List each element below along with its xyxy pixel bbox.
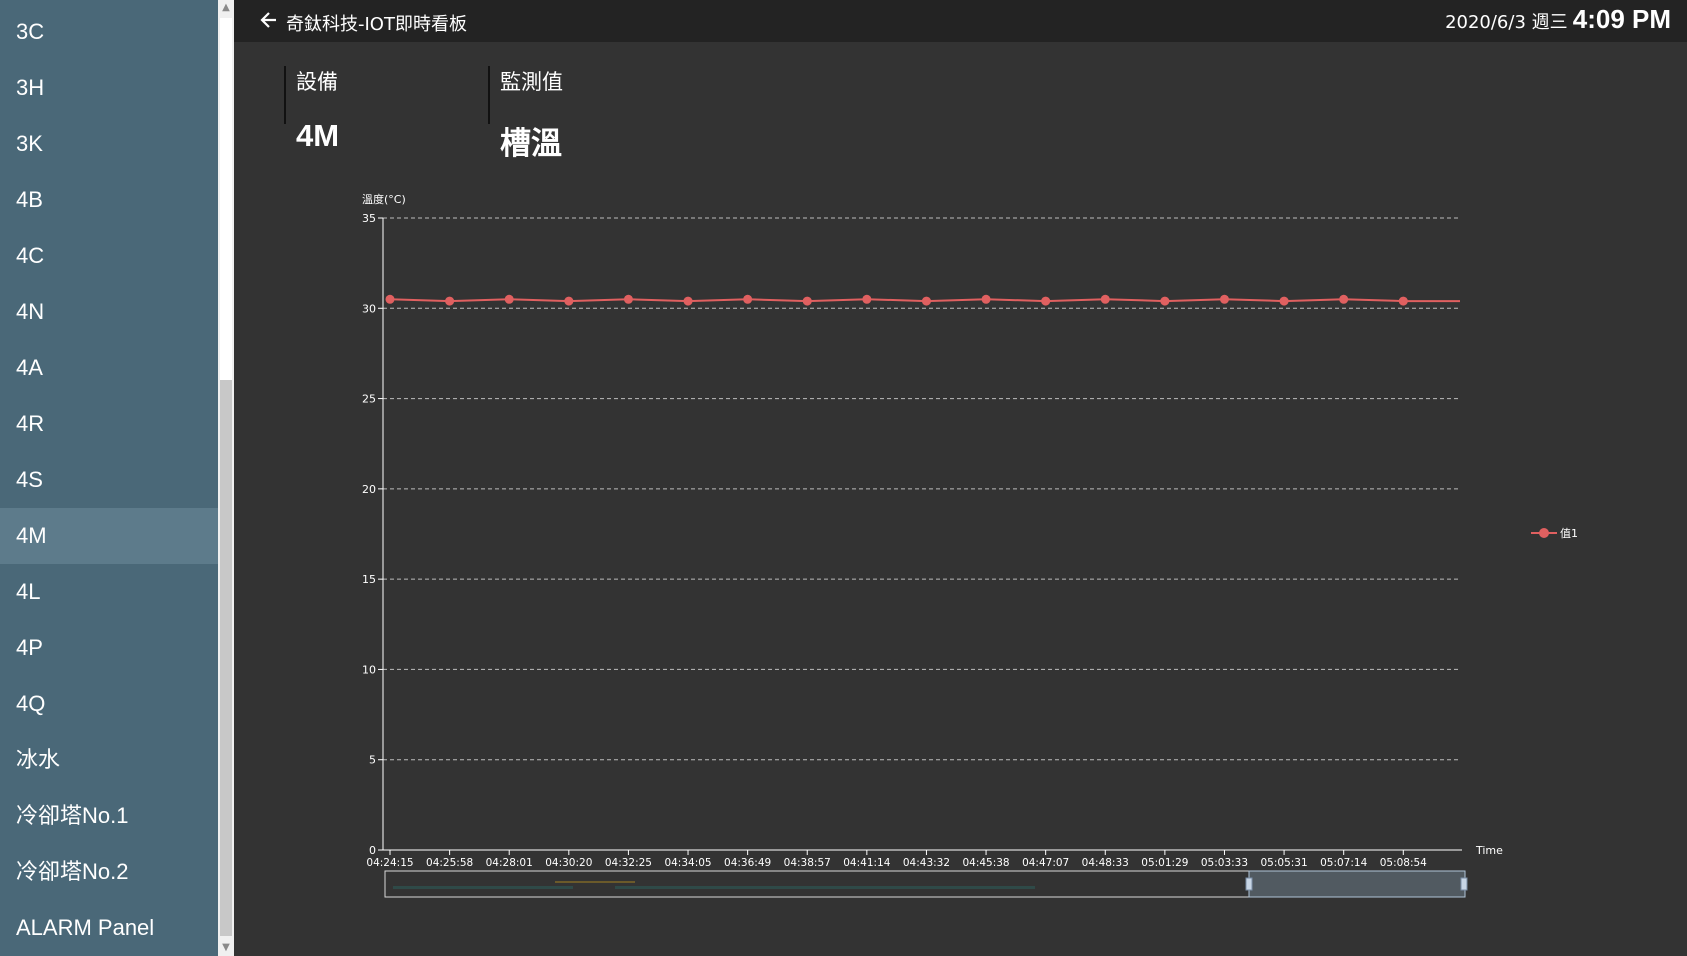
data-point bbox=[1398, 296, 1408, 306]
data-point bbox=[564, 296, 574, 306]
data-point bbox=[1339, 294, 1349, 304]
y-tick-label: 5 bbox=[369, 754, 376, 767]
x-tick-label: 04:25:58 bbox=[426, 857, 473, 869]
x-tick-label: 05:01:29 bbox=[1141, 857, 1188, 869]
zoom-handle-right[interactable] bbox=[1460, 877, 1468, 891]
data-point bbox=[862, 294, 872, 304]
x-tick-label: 04:47:07 bbox=[1022, 857, 1069, 869]
data-point bbox=[1160, 296, 1170, 306]
data-point bbox=[743, 294, 753, 304]
y-tick-label: 25 bbox=[362, 393, 376, 406]
y-tick-label: 30 bbox=[362, 302, 376, 315]
x-tick-label: 05:08:54 bbox=[1380, 857, 1427, 869]
zoom-preview bbox=[555, 881, 635, 883]
zoom-handle-left[interactable] bbox=[1245, 877, 1253, 891]
legend-marker bbox=[1539, 528, 1549, 538]
temperature-chart: 溫度(°C) 0 5 10 15 20 25 30 35 04:24:15 04:25:58 04:2… bbox=[362, 192, 1578, 898]
data-point bbox=[921, 296, 931, 306]
legend-label: 值1 bbox=[1560, 527, 1578, 540]
x-tick-label: 04:41:14 bbox=[843, 857, 890, 869]
y-tick-label: 15 bbox=[362, 573, 376, 586]
x-tick-label: 04:45:38 bbox=[962, 857, 1009, 869]
x-tick-label: 04:38:57 bbox=[784, 857, 831, 869]
x-tick-label: 05:05:31 bbox=[1260, 857, 1307, 869]
data-point bbox=[683, 296, 693, 306]
x-tick-label: 04:32:25 bbox=[605, 857, 652, 869]
data-point bbox=[981, 294, 991, 304]
x-tick-label: 05:07:14 bbox=[1320, 857, 1367, 869]
x-tick-label: 04:34:05 bbox=[664, 857, 711, 869]
y-tick-label: 35 bbox=[362, 212, 376, 225]
x-axis-label: Time bbox=[1475, 844, 1503, 857]
y-axis-label: 溫度(°C) bbox=[362, 192, 406, 206]
data-point bbox=[504, 294, 514, 304]
y-tick-label: 20 bbox=[362, 483, 376, 496]
data-point bbox=[1041, 296, 1051, 306]
x-tick-label: 04:30:20 bbox=[545, 857, 592, 869]
x-tick-label: 05:03:33 bbox=[1201, 857, 1248, 869]
data-point bbox=[1219, 294, 1229, 304]
x-tick-label: 04:36:49 bbox=[724, 857, 771, 869]
x-tick-label: 04:48:33 bbox=[1082, 857, 1129, 869]
zoom-preview bbox=[615, 886, 1035, 889]
data-point bbox=[802, 296, 812, 306]
data-point bbox=[623, 294, 633, 304]
zoom-preview bbox=[393, 886, 573, 889]
data-point bbox=[1100, 294, 1110, 304]
x-tick-label: 04:28:01 bbox=[486, 857, 533, 869]
y-tick-label: 0 bbox=[369, 844, 376, 857]
data-point bbox=[385, 294, 395, 304]
y-tick-label: 10 bbox=[362, 663, 376, 676]
x-tick-label: 04:43:32 bbox=[903, 857, 950, 869]
data-point bbox=[1279, 296, 1289, 306]
data-point bbox=[445, 296, 455, 306]
zoom-selection bbox=[1248, 870, 1466, 898]
x-tick-label: 04:24:15 bbox=[366, 857, 413, 869]
